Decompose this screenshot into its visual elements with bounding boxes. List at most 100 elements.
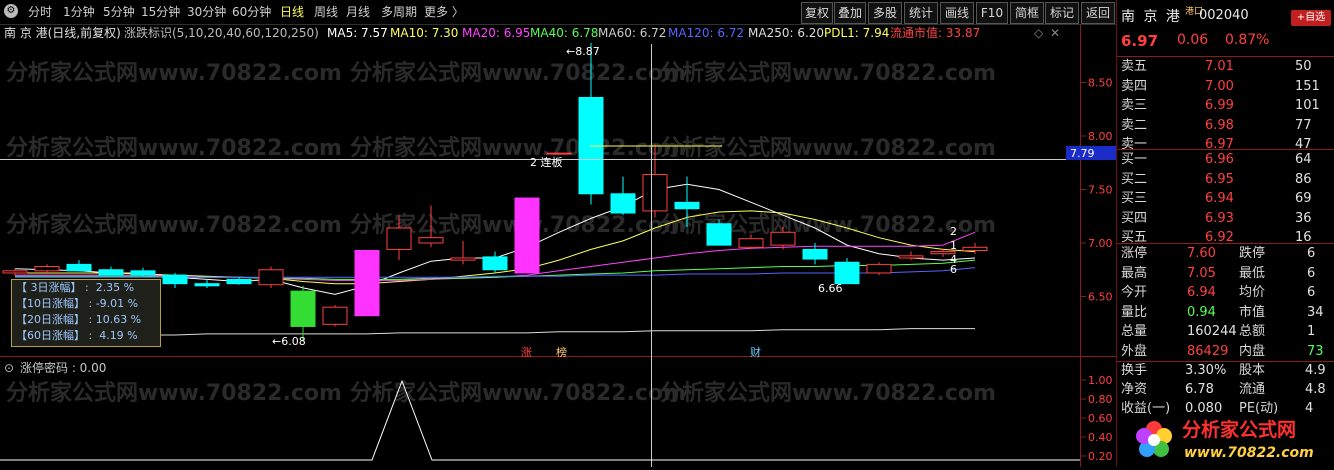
ask-price: 6.99 bbox=[1205, 98, 1234, 113]
quote-row: 买三 6.94 69 bbox=[1117, 190, 1334, 208]
stat-value: 0.94 bbox=[1187, 304, 1216, 320]
event-label: 涨 bbox=[521, 346, 532, 359]
gain-20d: 【20日涨幅】 : 10.63 % bbox=[16, 313, 142, 326]
stat2-value: 6.78 bbox=[1185, 382, 1214, 397]
site-logo: 分析家公式网 www.70822.com bbox=[1124, 410, 1334, 467]
y-tick-label: 7.00 bbox=[1088, 237, 1113, 250]
candle-body bbox=[2, 270, 28, 274]
ma20-value: MA20: 6.95 bbox=[462, 26, 531, 40]
ask-label: 卖二 bbox=[1121, 117, 1148, 133]
line-end-label: 6 bbox=[950, 263, 957, 276]
kline-svg[interactable]: 分析家公式网www.70822.com 分析家公式网www.70822.com分析… bbox=[0, 24, 1116, 467]
y-tick-label: 8.00 bbox=[1088, 130, 1113, 143]
toolbar-button-3[interactable]: 统计 bbox=[904, 2, 938, 24]
mktcap-value: 流通市值: 33.87 bbox=[890, 26, 981, 40]
stat-label: 最高 bbox=[1121, 265, 1148, 281]
add-watchlist-button[interactable]: +自选 bbox=[1291, 10, 1331, 26]
toolbar-button-1[interactable]: 叠加 bbox=[834, 2, 866, 24]
watermark-text: 分析家公式网www.70822.com bbox=[660, 60, 996, 86]
logo-text: 分析家公式网 bbox=[1182, 418, 1296, 441]
quote-row: 今开 6.94 均价 6 bbox=[1117, 284, 1334, 302]
candle-body bbox=[226, 278, 252, 285]
ask-volume: 151 bbox=[1295, 78, 1320, 94]
toolbar-button-5[interactable]: F10 bbox=[976, 2, 1008, 24]
period-tab-1[interactable]: 1分钟 bbox=[63, 0, 95, 24]
ma40-value: MA40: 6.78 bbox=[530, 26, 599, 40]
quote-row: 涨停 7.60 跌停 6 bbox=[1117, 245, 1334, 263]
high-label: ←8.87 bbox=[566, 45, 600, 58]
stat2-value2: 4.9 bbox=[1305, 363, 1326, 378]
stat-value: 160244 bbox=[1187, 324, 1237, 339]
sub-y-tick-label: 1.00 bbox=[1088, 374, 1113, 387]
stat-label: 量比 bbox=[1121, 304, 1148, 320]
line-end-label: 2 bbox=[950, 225, 957, 238]
candle-body bbox=[162, 274, 188, 285]
toolbar-button-2[interactable]: 多股 bbox=[868, 2, 902, 24]
period-tab-9[interactable]: 多周期 bbox=[381, 0, 417, 24]
bid-price: 6.96 bbox=[1205, 152, 1234, 167]
stat2-label2: 股本 bbox=[1239, 363, 1266, 378]
stat-value: 7.60 bbox=[1187, 246, 1216, 261]
period-tab-3[interactable]: 15分钟 bbox=[141, 0, 180, 24]
stat-value2: 34 bbox=[1307, 304, 1324, 320]
stat2-label: 净资 bbox=[1121, 382, 1148, 397]
sub-y-tick-label: 0.80 bbox=[1088, 393, 1113, 406]
settings-icon[interactable]: ⚙ bbox=[4, 4, 18, 18]
toolbar-button-7[interactable]: 标记 bbox=[1045, 2, 1079, 24]
close-icon[interactable]: ✕ bbox=[1050, 24, 1060, 42]
period-tab-6[interactable]: 日线 bbox=[280, 0, 304, 24]
diamond-icon[interactable]: ◇ bbox=[1034, 24, 1043, 42]
ask-volume: 50 bbox=[1295, 59, 1312, 74]
candle-body bbox=[802, 248, 828, 260]
stat-value2: 73 bbox=[1307, 343, 1324, 359]
period-tab-8[interactable]: 月线 bbox=[346, 0, 370, 24]
ma10-value: MA10: 7.30 bbox=[390, 26, 459, 40]
bid-price: 6.95 bbox=[1205, 171, 1234, 187]
stat-label: 今开 bbox=[1121, 285, 1148, 300]
period-tab-7[interactable]: 周线 bbox=[314, 0, 338, 24]
toolbar-button-6[interactable]: 简框 bbox=[1010, 2, 1044, 24]
quote-row: 总量 160244 总额 1 bbox=[1117, 323, 1334, 341]
ask-price: 7.01 bbox=[1205, 59, 1234, 74]
gain-60d: 【60日涨幅】 : 4.19 % bbox=[16, 329, 138, 342]
candle-body bbox=[98, 269, 124, 276]
candle-body bbox=[354, 249, 380, 317]
bid-volume: 69 bbox=[1295, 191, 1312, 206]
period-tab-0[interactable]: 分时 bbox=[28, 0, 52, 24]
bid-volume: 86 bbox=[1295, 171, 1312, 187]
ask-volume: 77 bbox=[1295, 117, 1312, 133]
period-tab-10[interactable]: 更多 〉 bbox=[424, 0, 464, 24]
toolbar-button-0[interactable]: 复权 bbox=[801, 2, 833, 24]
logo-url: www.70822.com bbox=[1184, 445, 1314, 461]
last-price: 6.97 bbox=[1121, 32, 1159, 50]
ask-label: 卖四 bbox=[1121, 78, 1148, 94]
period-tab-4[interactable]: 30分钟 bbox=[187, 0, 226, 24]
candle-body bbox=[834, 261, 860, 285]
period-tab-5[interactable]: 60分钟 bbox=[232, 0, 271, 24]
bid-label: 买一 bbox=[1121, 152, 1148, 167]
stat2-value2: 4.8 bbox=[1305, 382, 1326, 397]
bid-label: 买二 bbox=[1121, 171, 1148, 187]
low2-label: 6.66 bbox=[818, 282, 843, 295]
ma250-value: MA250: 6.20 bbox=[748, 26, 825, 40]
toolbar-button-8[interactable]: 返回 bbox=[1081, 2, 1115, 24]
bid-label: 买三 bbox=[1121, 191, 1148, 206]
stat-value2: 6 bbox=[1307, 246, 1316, 261]
toolbar-button-4[interactable]: 画线 bbox=[940, 2, 974, 24]
sub-y-tick-label: 0.60 bbox=[1088, 412, 1113, 425]
low-label: ←6.08 bbox=[272, 335, 306, 348]
stat2-label: 换手 bbox=[1121, 363, 1148, 378]
price-row: 6.97 0.06 0.87% bbox=[1117, 32, 1334, 52]
stat-value2: 6 bbox=[1307, 285, 1316, 300]
sub-collapse-icon[interactable]: ⊙ bbox=[4, 360, 14, 376]
period-tab-2[interactable]: 5分钟 bbox=[103, 0, 135, 24]
kline-chart[interactable]: 分析家公式网www.70822.com 分析家公式网www.70822.com 分析… bbox=[0, 24, 1116, 467]
stat-label2: 内盘 bbox=[1239, 343, 1266, 359]
period-toolbar: ⚙ 分时 1分钟 5分钟 15分钟 30分钟 60分钟 日线 周线 月线 多周期 更多 〉 复权 叠加… bbox=[0, 0, 1116, 25]
stat-value: 86429 bbox=[1187, 343, 1229, 359]
stat-label2: 最低 bbox=[1239, 265, 1266, 281]
price-change: 0.06 bbox=[1177, 32, 1209, 48]
price-pct: 0.87% bbox=[1225, 32, 1270, 48]
stat-value: 7.05 bbox=[1187, 265, 1216, 281]
event-label: 财 bbox=[750, 345, 761, 359]
